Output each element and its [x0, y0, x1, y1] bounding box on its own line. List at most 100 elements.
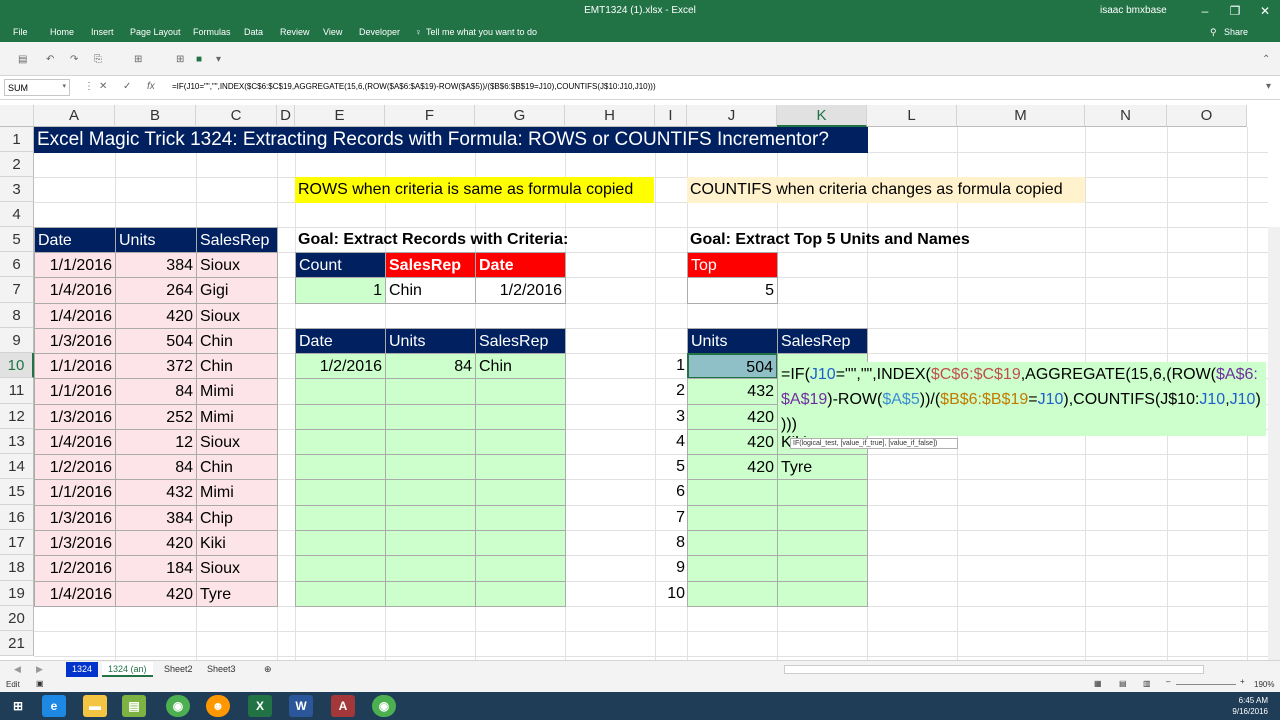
disk-icon[interactable]: ■ [196, 54, 202, 65]
horizontal-scrollbar[interactable] [784, 665, 1204, 674]
source-salesrep-cell[interactable]: Kiki [196, 530, 278, 556]
name-box[interactable]: SUM ▾ [4, 79, 70, 96]
rows-note[interactable]: ROWS when criteria is same as formula co… [295, 177, 654, 203]
topn-salesrep-cell[interactable] [777, 555, 868, 582]
row-header-4[interactable]: 4 [0, 202, 34, 227]
criteria-count-cell[interactable]: 1 [295, 277, 386, 304]
save-icon[interactable]: ▤ [18, 54, 27, 65]
source-date-cell[interactable]: 1/2/2016 [34, 555, 116, 582]
tab-view[interactable]: View [323, 27, 342, 37]
source-date-cell[interactable]: 1/4/2016 [34, 277, 116, 304]
grid-icon[interactable]: ⊞ [176, 54, 184, 65]
criteria-date-cell[interactable]: 1/2/2016 [475, 277, 566, 304]
zoom-in-icon[interactable]: + [1240, 677, 1245, 686]
source-salesrep-cell[interactable]: Sioux [196, 429, 278, 455]
source-date-cell[interactable]: 1/4/2016 [34, 429, 116, 455]
topn-units-cell[interactable] [687, 479, 778, 506]
topn-units-cell[interactable]: 432 [687, 378, 778, 405]
redo-icon[interactable]: ↷ [70, 54, 78, 65]
topn-salesrep-cell[interactable] [777, 530, 868, 556]
scroll-right-icon[interactable]: ▶ [30, 662, 49, 677]
topn-salesrep-cell[interactable]: Tyre [777, 454, 868, 480]
source-salesrep-cell[interactable]: Chin [196, 328, 278, 354]
source-units-cell[interactable]: 252 [115, 404, 197, 430]
extract-units-cell[interactable]: 84 [385, 353, 476, 379]
column-header-m[interactable]: M [957, 105, 1085, 127]
share-button[interactable]: Share [1224, 27, 1248, 37]
row-header-1[interactable]: 1 [0, 127, 34, 152]
source-date-cell[interactable]: 1/1/2016 [34, 252, 116, 278]
extract-date-cell[interactable] [295, 479, 386, 506]
tab-data[interactable]: Data [244, 27, 263, 37]
enter-icon[interactable]: ✓ [123, 81, 131, 92]
row-header-15[interactable]: 15 [0, 479, 34, 505]
source-units-cell[interactable]: 384 [115, 252, 197, 278]
tab-formulas[interactable]: Formulas [193, 27, 231, 37]
column-header-b[interactable]: B [115, 105, 196, 127]
criteria-salesrep-cell[interactable]: Chin [385, 277, 476, 304]
sheet-tab-1324-an[interactable]: 1324 (an) [102, 662, 153, 677]
extract-salesrep-cell[interactable] [475, 429, 566, 455]
cell-edit-k10[interactable]: =IF(J10="","",INDEX($C$6:$C$19,AGGREGATE… [778, 362, 1266, 436]
column-header-o[interactable]: O [1167, 105, 1247, 127]
source-date-cell[interactable]: 1/2/2016 [34, 454, 116, 480]
topn-salesrep-cell[interactable] [777, 581, 868, 607]
source-units-cell[interactable]: 84 [115, 378, 197, 405]
source-date-cell[interactable]: 1/3/2016 [34, 404, 116, 430]
column-header-d[interactable]: D [277, 105, 295, 127]
extract-date-cell[interactable]: 1/2/2016 [295, 353, 386, 379]
source-header-c[interactable]: SalesRep [196, 227, 278, 253]
page-break-view-icon[interactable]: ▥ [1143, 679, 1151, 688]
sheet-tab-1324[interactable]: 1324 [66, 662, 99, 677]
extract-salesrep-cell[interactable] [475, 581, 566, 607]
vertical-scrollbar[interactable] [1268, 227, 1280, 720]
column-header-i[interactable]: I [655, 105, 687, 127]
collapse-ribbon-icon[interactable]: ⌃ [1262, 54, 1270, 65]
extract-units-cell[interactable] [385, 429, 476, 455]
row-header-17[interactable]: 17 [0, 530, 34, 555]
row-header-12[interactable]: 12 [0, 404, 34, 429]
row-header-20[interactable]: 20 [0, 606, 34, 631]
source-salesrep-cell[interactable]: Mimi [196, 479, 278, 506]
row-header-6[interactable]: 6 [0, 252, 34, 277]
extract-header-e[interactable]: Date [295, 328, 386, 354]
topn-units-cell[interactable] [687, 555, 778, 582]
source-salesrep-cell[interactable]: Sioux [196, 252, 278, 278]
select-all-corner[interactable] [0, 105, 34, 127]
column-header-k[interactable]: K [777, 105, 867, 127]
page-layout-view-icon[interactable]: ▤ [1119, 679, 1127, 688]
extract-date-cell[interactable] [295, 555, 386, 582]
row-header-9[interactable]: 9 [0, 328, 34, 353]
word-icon[interactable]: W [289, 695, 313, 717]
extract-units-cell[interactable] [385, 581, 476, 607]
zoom-slider[interactable] [1176, 684, 1236, 685]
extract-date-cell[interactable] [295, 429, 386, 455]
topn-units-cell[interactable] [687, 505, 778, 531]
extract-units-cell[interactable] [385, 378, 476, 405]
format-painter-icon[interactable]: ⎘ [94, 54, 102, 65]
goal-criteria-label[interactable]: Goal: Extract Records with Criteria: [295, 227, 656, 253]
extract-units-cell[interactable] [385, 530, 476, 556]
extract-salesrep-cell[interactable] [475, 530, 566, 556]
restore-icon[interactable]: ❐ [1220, 2, 1250, 20]
row-header-8[interactable]: 8 [0, 303, 34, 328]
customize-icon[interactable]: ▾ [216, 54, 221, 65]
criteria-header-salesrep[interactable]: SalesRep [385, 252, 476, 278]
tell-me-search[interactable]: Tell me what you want to do [426, 27, 537, 37]
row-header-11[interactable]: 11 [0, 378, 34, 404]
row-header-14[interactable]: 14 [0, 454, 34, 479]
criteria-header-date[interactable]: Date [475, 252, 566, 278]
tab-developer[interactable]: Developer [359, 27, 400, 37]
source-date-cell[interactable]: 1/4/2016 [34, 581, 116, 607]
source-salesrep-cell[interactable]: Gigi [196, 277, 278, 304]
source-salesrep-cell[interactable]: Chin [196, 454, 278, 480]
extract-salesrep-cell[interactable] [475, 479, 566, 506]
tab-insert[interactable]: Insert [91, 27, 114, 37]
column-header-a[interactable]: A [34, 105, 115, 127]
topn-header-units[interactable]: Units [687, 328, 778, 354]
extract-date-cell[interactable] [295, 530, 386, 556]
source-salesrep-cell[interactable]: Mimi [196, 404, 278, 430]
minimize-icon[interactable]: – [1190, 2, 1220, 20]
tab-home[interactable]: Home [50, 27, 74, 37]
source-salesrep-cell[interactable]: Sioux [196, 303, 278, 329]
